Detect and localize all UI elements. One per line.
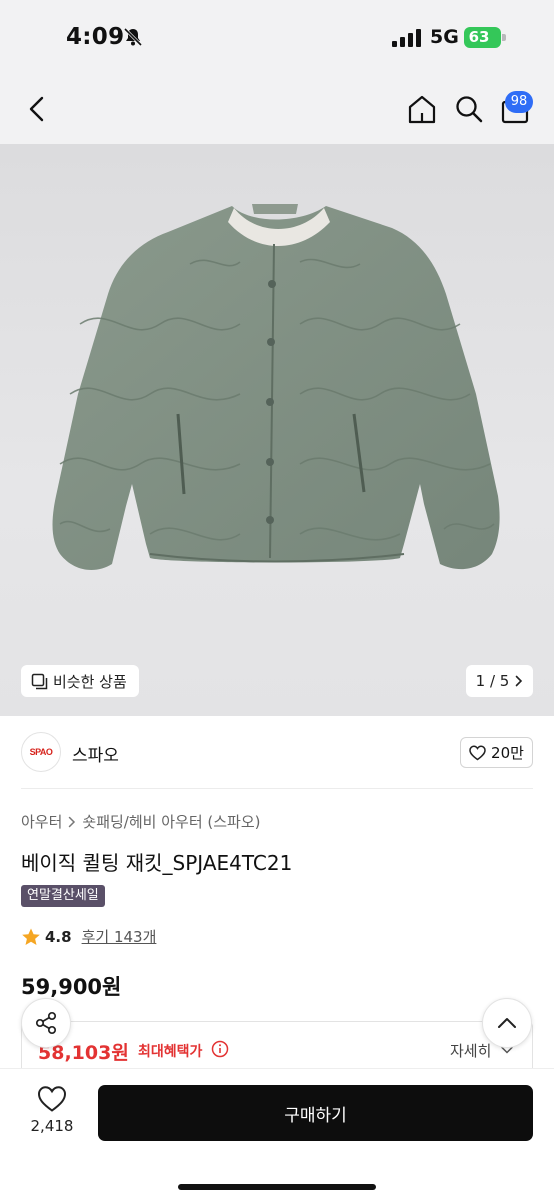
breadcrumb: 아우터 숏패딩/헤비 아우터 (스파오) xyxy=(21,811,261,832)
cart-count-badge[interactable]: 98 xyxy=(505,91,533,113)
battery-level: 63 xyxy=(468,28,490,46)
status-time: 4:09 xyxy=(66,24,125,50)
wishlist-button[interactable]: 2,418 xyxy=(22,1085,82,1145)
signal-icon xyxy=(392,29,421,47)
wishlist-count: 2,418 xyxy=(30,1117,74,1135)
heart-icon xyxy=(37,1086,67,1112)
similar-products-label: 비슷한 상품 xyxy=(53,672,127,691)
chevron-right-icon xyxy=(516,675,523,687)
sale-tag: 연말결산세일 xyxy=(21,885,105,907)
product-title: 베이직 퀼팅 재킷_SPJAE4TC21 xyxy=(21,851,293,875)
share-icon xyxy=(35,1011,57,1035)
scroll-top-button[interactable] xyxy=(482,998,532,1048)
bottom-action-bar: 2,418 구매하기 xyxy=(0,1068,554,1200)
heart-icon xyxy=(469,745,486,760)
rating-row: 4.8 후기 143개 xyxy=(21,926,156,947)
chevron-up-icon xyxy=(498,1018,516,1028)
image-counter-button[interactable]: 1 / 5 xyxy=(466,665,533,697)
breadcrumb-item-outer[interactable]: 아우터 xyxy=(21,811,62,832)
similar-products-button[interactable]: 비슷한 상품 xyxy=(21,665,139,697)
status-bar: 4:09 5G 63 xyxy=(0,0,554,72)
buy-button[interactable]: 구매하기 xyxy=(98,1085,533,1141)
share-button[interactable] xyxy=(21,998,71,1048)
search-icon[interactable] xyxy=(453,93,485,125)
review-count-link[interactable]: 후기 143개 xyxy=(82,926,157,947)
brand-like-button[interactable]: 20만 xyxy=(460,737,533,768)
benefit-detail-link[interactable]: 자세히 xyxy=(450,1040,491,1061)
brand-name[interactable]: 스파오 xyxy=(72,741,119,766)
network-label: 5G xyxy=(430,26,459,48)
bell-slash-icon xyxy=(123,27,143,47)
similar-items-icon xyxy=(31,673,48,689)
breadcrumb-item-padding[interactable]: 숏패딩/헤비 아우터 (스파오) xyxy=(82,811,260,832)
back-icon[interactable] xyxy=(22,92,54,126)
info-icon[interactable] xyxy=(211,1040,229,1058)
product-photo xyxy=(52,204,500,570)
battery-icon: 63 xyxy=(464,27,506,48)
top-nav-bar xyxy=(0,72,554,144)
brand-row[interactable]: SPAO 스파오 20만 xyxy=(0,716,554,788)
home-indicator xyxy=(178,1184,376,1190)
benefit-label: 최대혜택가 xyxy=(138,1044,203,1060)
product-price: 59,900원 xyxy=(21,975,122,999)
product-image-gallery[interactable]: 비슷한 상품 1 / 5 xyxy=(0,144,554,716)
divider xyxy=(21,788,533,789)
chevron-right-icon xyxy=(69,816,76,827)
star-icon xyxy=(22,928,40,945)
image-counter: 1 / 5 xyxy=(475,672,510,690)
brand-logo[interactable]: SPAO xyxy=(21,732,61,772)
home-icon[interactable] xyxy=(406,93,438,125)
brand-like-count: 20만 xyxy=(491,744,524,762)
rating-value: 4.8 xyxy=(45,927,72,946)
